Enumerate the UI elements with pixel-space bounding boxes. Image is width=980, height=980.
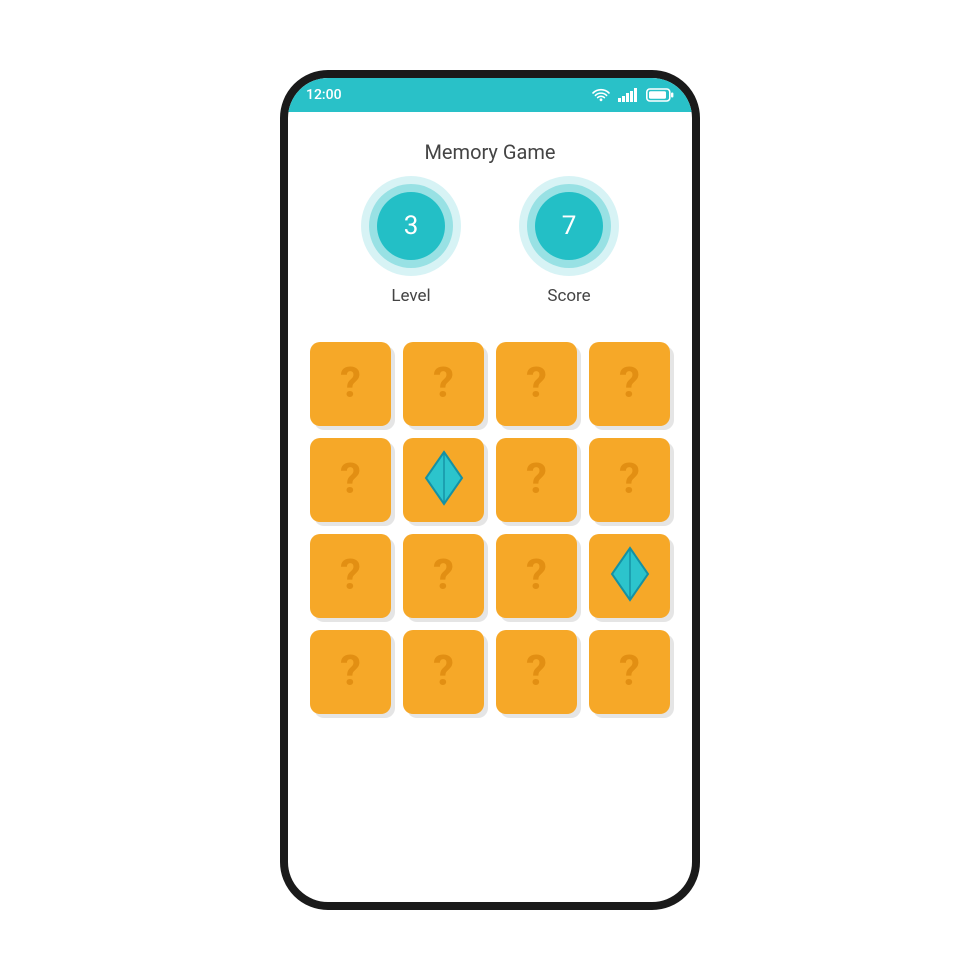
- game-grid: ??????????????: [310, 342, 670, 714]
- question-mark-icon: ?: [340, 651, 361, 693]
- game-card[interactable]: ?: [589, 630, 670, 714]
- game-card[interactable]: ?: [310, 534, 391, 618]
- game-card[interactable]: ?: [589, 342, 670, 426]
- question-mark-icon: ?: [619, 651, 640, 693]
- level-value: 3: [404, 211, 419, 241]
- question-mark-icon: ?: [526, 555, 547, 597]
- diamond-icon: [424, 450, 464, 510]
- level-stat: 3 Level: [377, 192, 445, 306]
- level-badge: 3: [377, 192, 445, 260]
- game-card[interactable]: ?: [403, 342, 484, 426]
- question-mark-icon: ?: [526, 363, 547, 405]
- game-card[interactable]: ?: [310, 438, 391, 522]
- score-label: Score: [547, 286, 590, 306]
- question-mark-icon: ?: [526, 459, 547, 501]
- phone-frame: 12:00: [280, 70, 700, 910]
- game-card[interactable]: ?: [496, 438, 577, 522]
- signal-icon: [618, 88, 638, 102]
- game-card-revealed[interactable]: [403, 438, 484, 522]
- status-time: 12:00: [306, 87, 342, 103]
- stat-row: 3 Level 7 Score: [288, 192, 692, 306]
- status-icons: [592, 88, 674, 102]
- game-card[interactable]: ?: [310, 342, 391, 426]
- game-card[interactable]: ?: [310, 630, 391, 714]
- game-card[interactable]: ?: [403, 630, 484, 714]
- score-badge: 7: [535, 192, 603, 260]
- stage: 12:00: [0, 0, 980, 980]
- battery-icon: [646, 88, 674, 102]
- wifi-icon: [592, 88, 610, 102]
- score-stat: 7 Score: [535, 192, 603, 306]
- game-card-revealed[interactable]: [589, 534, 670, 618]
- game-card[interactable]: ?: [589, 438, 670, 522]
- game-card[interactable]: ?: [496, 630, 577, 714]
- question-mark-icon: ?: [526, 651, 547, 693]
- question-mark-icon: ?: [619, 363, 640, 405]
- question-mark-icon: ?: [340, 363, 361, 405]
- question-mark-icon: ?: [433, 363, 454, 405]
- page-title: Memory Game: [288, 140, 692, 164]
- game-card[interactable]: ?: [496, 342, 577, 426]
- score-value: 7: [562, 211, 577, 241]
- game-card[interactable]: ?: [496, 534, 577, 618]
- question-mark-icon: ?: [340, 459, 361, 501]
- question-mark-icon: ?: [340, 555, 361, 597]
- level-label: Level: [391, 286, 430, 306]
- question-mark-icon: ?: [433, 651, 454, 693]
- status-bar: 12:00: [288, 78, 692, 112]
- diamond-icon: [610, 546, 650, 606]
- question-mark-icon: ?: [619, 459, 640, 501]
- question-mark-icon: ?: [433, 555, 454, 597]
- game-card[interactable]: ?: [403, 534, 484, 618]
